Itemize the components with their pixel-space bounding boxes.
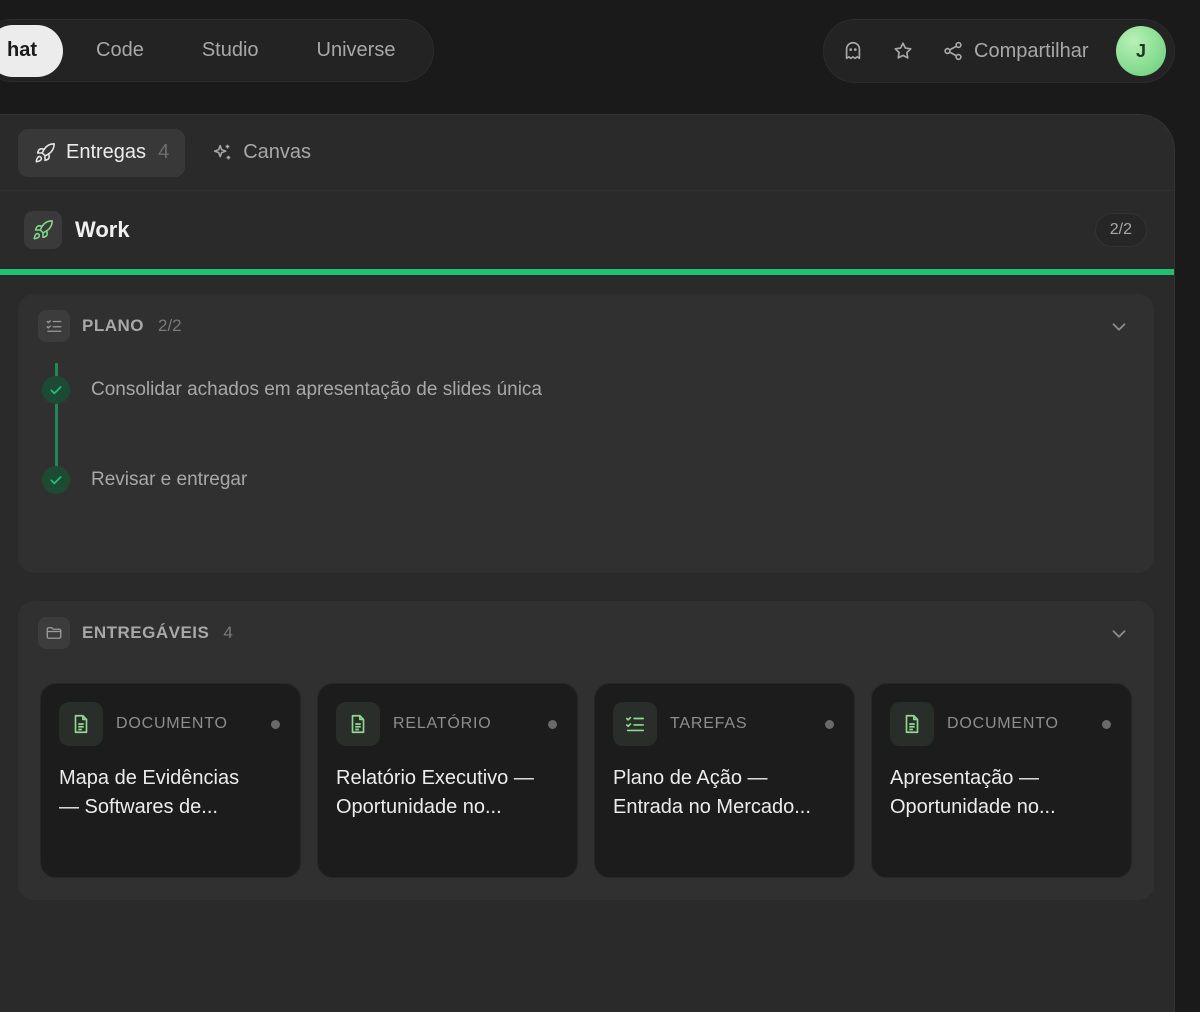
check-icon <box>42 466 70 494</box>
plan-steps: Consolidar achados em apresentação de sl… <box>18 345 1154 525</box>
deliverable-card[interactable]: TAREFAS Plano de Ação — Entrada no Merca… <box>594 683 855 878</box>
check-icon <box>42 376 70 404</box>
plan-step: Revisar e entregar <box>42 435 1154 525</box>
card-type: DOCUMENTO <box>116 715 228 732</box>
plan-count: 2/2 <box>158 316 182 335</box>
plan-step-text: Consolidar achados em apresentação de sl… <box>91 379 542 400</box>
deliverables-count: 4 <box>223 623 233 642</box>
tab-entregas[interactable]: Entregas 4 <box>18 128 186 177</box>
plan-section: PLANO 2/2 Consolidar achados em apresent… <box>18 294 1154 573</box>
tab-canvas[interactable]: Canvas <box>195 129 327 177</box>
rocket-icon <box>35 142 55 162</box>
work-rocket-icon <box>24 211 62 249</box>
status-dot <box>825 720 834 729</box>
plan-title: PLANO <box>82 316 144 335</box>
work-progress-badge: 2/2 <box>1094 213 1147 247</box>
mode-tabs: hat Code Studio Universe <box>0 19 434 82</box>
mode-tab-studio[interactable]: Studio <box>173 25 288 77</box>
chevron-down-icon[interactable] <box>1108 623 1130 645</box>
sparkles-icon <box>214 144 231 159</box>
top-actions: Compartilhar J <box>823 19 1175 83</box>
document-icon <box>336 702 380 746</box>
status-dot <box>1102 720 1111 729</box>
plan-step: Consolidar achados em apresentação de sl… <box>42 345 1154 435</box>
mode-tab-chat[interactable]: hat <box>0 24 63 77</box>
deliverable-card[interactable]: DOCUMENTO Mapa de Evidências — Softwares… <box>40 683 301 878</box>
card-type: DOCUMENTO <box>947 715 1059 732</box>
share-button[interactable]: Compartilhar <box>942 40 1088 63</box>
plan-step-text: Revisar e entregar <box>91 469 248 490</box>
tab-entregas-label: Entregas <box>66 141 147 163</box>
tab-entregas-count: 4 <box>158 141 170 163</box>
deliverables-section: ENTREGÁVEIS 4 DOCUMENTO Mapa de Evidênci… <box>18 601 1154 900</box>
card-title: Relatório Executivo — Oportunidade no... <box>336 767 534 818</box>
card-title: Plano de Ação — Entrada no Mercado... <box>613 767 811 818</box>
work-progress-fill <box>0 269 1174 275</box>
deliverable-card[interactable]: DOCUMENTO Apresentação — Oportunidade no… <box>871 683 1132 878</box>
tab-canvas-label: Canvas <box>243 141 311 163</box>
status-dot <box>271 720 280 729</box>
mode-tab-code[interactable]: Code <box>67 25 173 77</box>
mode-tab-universe[interactable]: Universe <box>288 25 425 77</box>
document-icon <box>890 702 934 746</box>
share-icon <box>944 41 962 61</box>
checklist-icon <box>613 702 657 746</box>
work-title: Work <box>75 217 130 242</box>
card-type: RELATÓRIO <box>393 715 492 732</box>
deliverable-card[interactable]: RELATÓRIO Relatório Executivo — Oportuni… <box>317 683 578 878</box>
card-title: Mapa de Evidências — Softwares de... <box>59 767 240 818</box>
avatar[interactable]: J <box>1116 26 1166 76</box>
deliverables-header[interactable]: ENTREGÁVEIS 4 <box>18 601 1154 665</box>
document-icon <box>59 702 103 746</box>
work-header: Work 2/2 <box>0 191 1174 269</box>
share-label: Compartilhar <box>974 39 1089 62</box>
status-dot <box>548 720 557 729</box>
work-progress-bar <box>0 269 1174 275</box>
panel-tabs: Entregas 4 Canvas <box>0 115 1174 191</box>
card-type: TAREFAS <box>670 715 748 732</box>
checklist-icon <box>38 310 70 342</box>
deliveries-panel: Entregas 4 Canvas Work 2/2 PLANO 2/2 Con… <box>0 114 1175 1012</box>
chevron-down-icon[interactable] <box>1108 316 1130 338</box>
ghost-icon[interactable] <box>838 36 868 66</box>
folder-icon <box>38 617 70 649</box>
star-icon[interactable] <box>888 36 918 66</box>
deliverable-cards: DOCUMENTO Mapa de Evidências — Softwares… <box>18 665 1154 878</box>
deliverables-title: ENTREGÁVEIS <box>82 623 210 642</box>
card-title: Apresentação — Oportunidade no... <box>890 767 1056 818</box>
